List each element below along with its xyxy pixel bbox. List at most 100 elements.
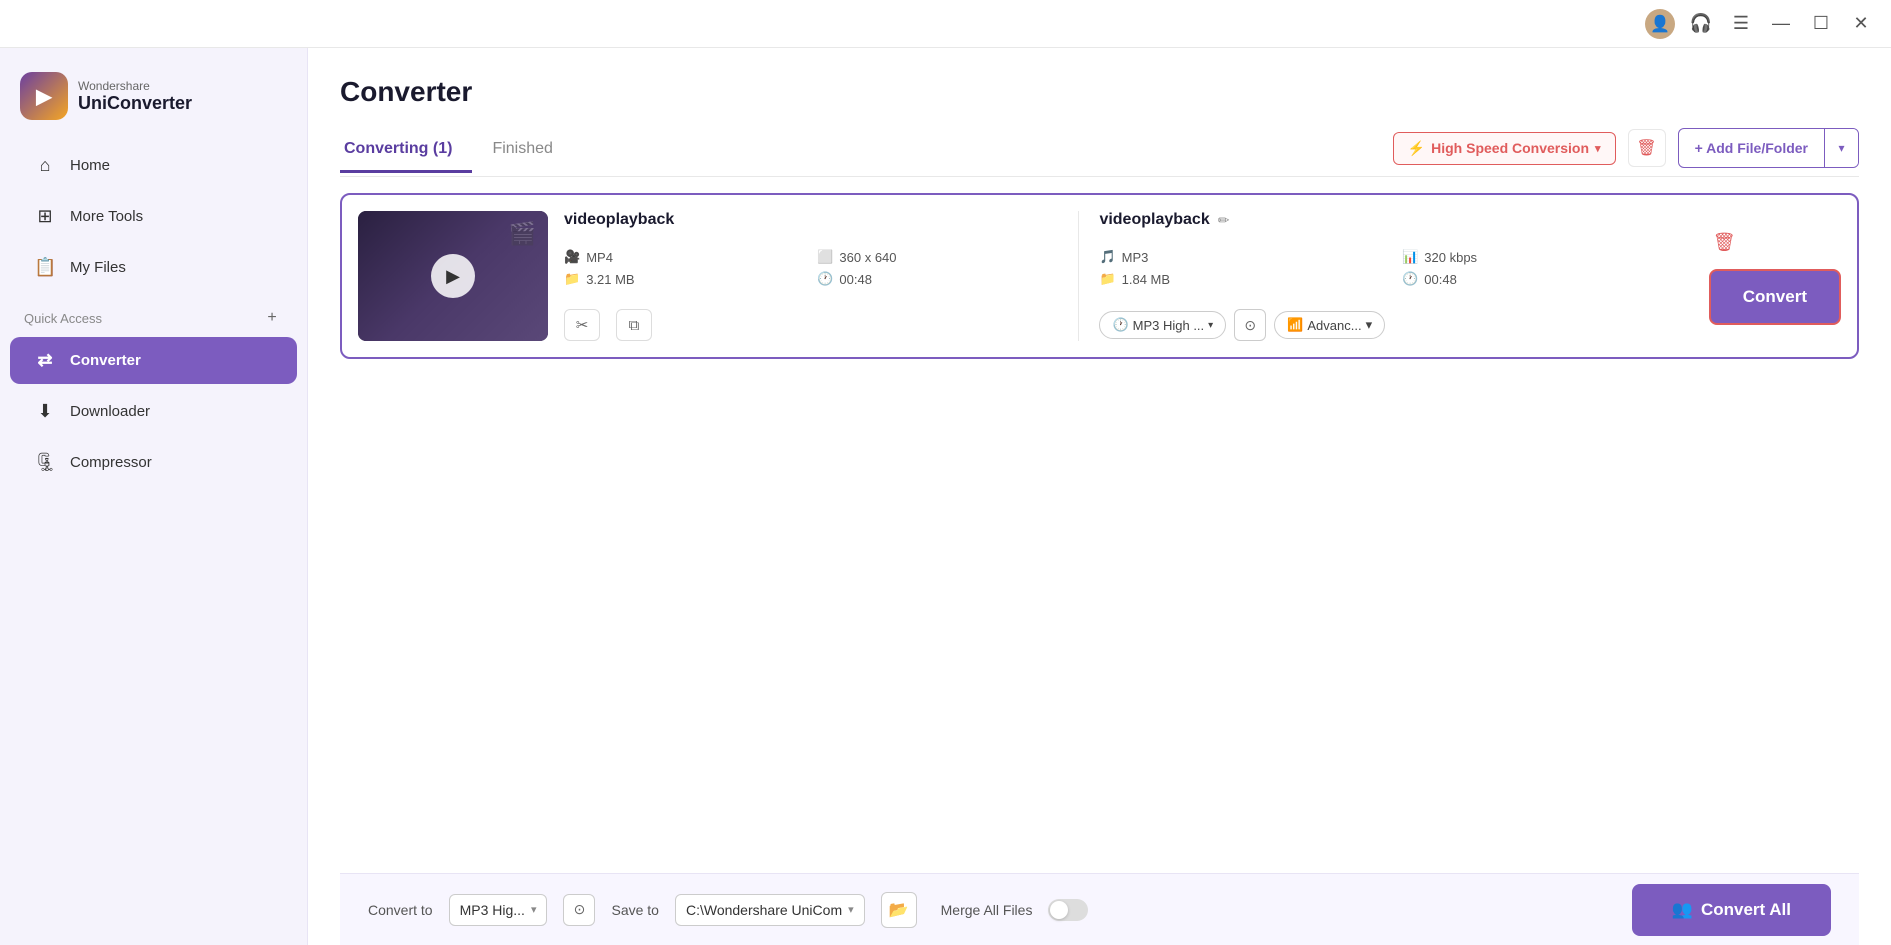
- target-duration-row: 🕐 00:48: [1402, 271, 1693, 287]
- quality-clock-icon: 🕐: [1112, 317, 1128, 333]
- headset-icon[interactable]: 🎧: [1687, 10, 1715, 38]
- target-clock-icon: 🕐: [1402, 271, 1418, 287]
- convert-all-button[interactable]: 👥 Convert All: [1632, 884, 1831, 936]
- folder-open-icon: 📂: [889, 900, 909, 920]
- quality-chevron-icon: ▾: [1208, 320, 1213, 331]
- maximize-button[interactable]: ☐: [1807, 10, 1835, 38]
- tab-finished[interactable]: Finished: [488, 132, 572, 173]
- scissors-button[interactable]: ✂: [564, 309, 600, 341]
- brand-name: Wondershare: [78, 79, 192, 93]
- target-bitrate-row: 📊 320 kbps: [1402, 249, 1693, 265]
- sidebar-item-more-tools[interactable]: ⊞ More Tools: [10, 193, 297, 240]
- sidebar-item-converter[interactable]: ⇄ Converter: [10, 337, 297, 384]
- quality-selector[interactable]: 🕐 MP3 High ... ▾: [1099, 311, 1226, 339]
- main-content: Converter Converting (1) Finished ⚡ High…: [308, 48, 1891, 945]
- target-bitrate: 320 kbps: [1424, 250, 1477, 265]
- sidebar-item-my-files-label: My Files: [70, 259, 126, 276]
- file-card: 🎬 ▶ videoplayback 🎥 MP4 ⬜ 360 x 640: [340, 193, 1859, 359]
- menu-icon[interactable]: ☰: [1727, 10, 1755, 38]
- high-speed-label: High Speed Conversion: [1431, 140, 1589, 156]
- target-bitrate-icon: 📊: [1402, 249, 1418, 265]
- sidebar-item-home-label: Home: [70, 157, 110, 174]
- thumbnail-play-button[interactable]: ▶: [431, 254, 475, 298]
- app-logo-icon: ▶: [20, 72, 68, 120]
- sidebar-item-more-tools-label: More Tools: [70, 208, 143, 225]
- save-to-selector[interactable]: C:\Wondershare UniCom ▾: [675, 894, 865, 926]
- target-size: 1.84 MB: [1122, 272, 1170, 287]
- target-name-row: videoplayback ✏: [1099, 211, 1692, 229]
- save-to-value: C:\Wondershare UniCom: [686, 902, 842, 918]
- source-info: videoplayback 🎥 MP4 ⬜ 360 x 640 📁 3.21: [564, 211, 1058, 341]
- convert-to-label: Convert to: [368, 902, 433, 918]
- sidebar-item-downloader-label: Downloader: [70, 403, 150, 420]
- quick-access-add-button[interactable]: +: [261, 307, 283, 329]
- save-to-folder-button[interactable]: 📂: [881, 892, 917, 928]
- delete-all-button[interactable]: 🗑: [1628, 129, 1666, 167]
- tabs-toolbar: Converting (1) Finished ⚡ High Speed Con…: [340, 128, 1859, 177]
- target-settings-button[interactable]: ⊙: [1234, 309, 1266, 341]
- film-icon: 🎬: [509, 221, 536, 247]
- edit-icon[interactable]: ✏: [1218, 212, 1230, 229]
- sidebar-item-converter-label: Converter: [70, 352, 141, 369]
- tabs: Converting (1) Finished: [340, 132, 589, 173]
- equalizer-icon: 📶: [1287, 317, 1303, 333]
- convert-button[interactable]: Convert: [1709, 269, 1841, 325]
- merge-all-label: Merge All Files: [941, 902, 1033, 918]
- source-duration-row: 🕐 00:48: [817, 271, 1058, 287]
- sidebar-item-downloader[interactable]: ⬇ Downloader: [10, 388, 297, 435]
- home-icon: ⌂: [34, 155, 56, 176]
- sidebar-item-compressor[interactable]: 🗜 Compressor: [10, 439, 297, 486]
- add-file-main[interactable]: + Add File/Folder: [1679, 133, 1824, 163]
- more-tools-icon: ⊞: [34, 206, 56, 227]
- file-thumbnail[interactable]: 🎬 ▶: [358, 211, 548, 341]
- copy-button[interactable]: ⧉: [616, 309, 652, 341]
- add-file-chevron-icon: ▾: [1838, 141, 1844, 155]
- source-format-row: 🎥 MP4: [564, 249, 805, 265]
- sidebar: ▶ Wondershare UniConverter ⌂ Home ⊞ More…: [0, 48, 308, 945]
- file-list-area: 🎬 ▶ videoplayback 🎥 MP4 ⬜ 360 x 640: [340, 193, 1859, 873]
- merge-toggle[interactable]: [1048, 899, 1088, 921]
- sidebar-item-my-files[interactable]: 📋 My Files: [10, 244, 297, 291]
- convert-to-selector[interactable]: MP3 Hig... ▾: [449, 894, 548, 926]
- minimize-button[interactable]: —: [1767, 10, 1795, 38]
- video-icon: 🎥: [564, 249, 580, 265]
- folder-icon: 📁: [564, 271, 580, 287]
- logo-text: Wondershare UniConverter: [78, 79, 192, 114]
- target-meta: 🎵 MP3 📊 320 kbps 📁 1.84 MB 🕐: [1099, 249, 1692, 287]
- source-size: 3.21 MB: [586, 272, 634, 287]
- target-duration: 00:48: [1424, 272, 1457, 287]
- convert-to-value: MP3 Hig...: [460, 902, 525, 918]
- advanced-label: Advanc...: [1307, 318, 1361, 333]
- target-size-row: 📁 1.84 MB: [1099, 271, 1390, 287]
- copy-icon: ⧉: [629, 317, 640, 334]
- source-resolution-row: ⬜ 360 x 640: [817, 249, 1058, 265]
- advanced-chevron-icon: ▾: [1366, 317, 1373, 333]
- logo-area: ▶ Wondershare UniConverter: [0, 64, 307, 140]
- convert-to-settings-icon: ⊙: [574, 901, 586, 918]
- user-avatar[interactable]: 👤: [1645, 9, 1675, 39]
- advanced-button[interactable]: 📶 Advanc... ▾: [1274, 311, 1385, 339]
- scissors-icon: ✂: [576, 316, 589, 334]
- delete-card-button[interactable]: 🗑: [1709, 228, 1740, 257]
- add-file-dropdown[interactable]: ▾: [1824, 129, 1858, 167]
- quick-access-label: Quick Access: [24, 311, 102, 326]
- sidebar-item-compressor-label: Compressor: [70, 454, 152, 471]
- source-actions: ✂ ⧉: [564, 309, 1058, 341]
- source-format: MP4: [586, 250, 613, 265]
- lightning-icon: ⚡: [1408, 140, 1425, 157]
- tab-converting[interactable]: Converting (1): [340, 132, 472, 173]
- resolution-icon: ⬜: [817, 249, 833, 265]
- converter-icon: ⇄: [34, 350, 56, 371]
- convert-to-settings-button[interactable]: ⊙: [563, 894, 595, 926]
- convert-all-label: Convert All: [1701, 900, 1791, 920]
- trash-icon: 🗑: [1636, 138, 1656, 158]
- add-file-button[interactable]: + Add File/Folder ▾: [1678, 128, 1859, 168]
- target-filename: videoplayback: [1099, 211, 1209, 229]
- sidebar-item-home[interactable]: ⌂ Home: [10, 142, 297, 189]
- close-button[interactable]: ✕: [1847, 10, 1875, 38]
- convert-to-chevron-icon: ▾: [531, 903, 537, 916]
- card-trash-icon: 🗑: [1713, 232, 1736, 252]
- target-audio-icon: 🎵: [1099, 249, 1115, 265]
- high-speed-button[interactable]: ⚡ High Speed Conversion ▾: [1393, 132, 1616, 165]
- card-divider: [1078, 211, 1079, 341]
